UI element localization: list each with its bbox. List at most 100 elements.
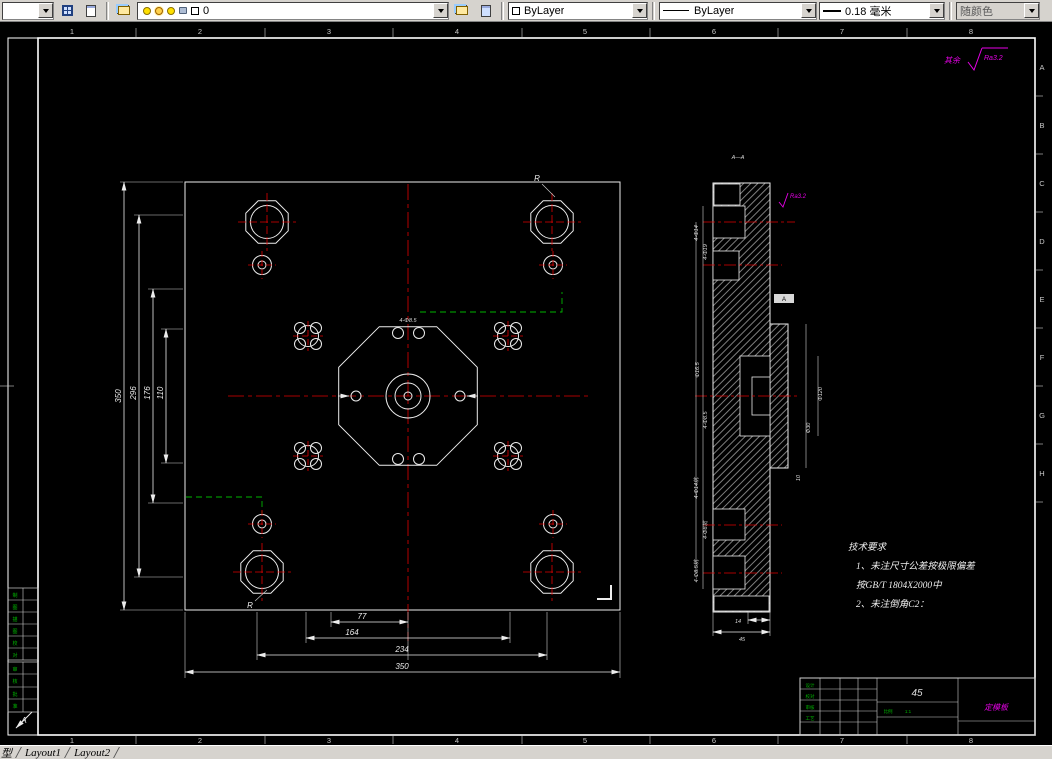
zone-label: 2 xyxy=(198,27,202,36)
layer-states-button[interactable] xyxy=(80,1,102,20)
dimension-text: 176 xyxy=(143,386,152,400)
layer-freeze-viewport-icon[interactable] xyxy=(167,6,175,15)
scale-label: 比例 xyxy=(884,708,893,715)
notes-line: 2、未注倒角C2： xyxy=(856,598,929,610)
margin-cell-text: 制 xyxy=(12,592,17,599)
margin-cell-text: 图 xyxy=(12,629,17,635)
layer-lock-icon[interactable] xyxy=(179,7,187,14)
part-name: 定模板 xyxy=(984,703,1009,712)
color-value: ByLayer xyxy=(524,4,565,17)
linetype-value: ByLayer xyxy=(694,4,735,17)
layer-manager-icon xyxy=(61,5,73,16)
title-block-cell: 校对 xyxy=(806,693,815,700)
section-label: A—A xyxy=(731,155,745,161)
zone-label: 6 xyxy=(712,27,716,36)
dimension-text: 4-Φ14坑 xyxy=(693,476,700,499)
layer-states-icon xyxy=(86,4,96,17)
zone-label: 6 xyxy=(712,736,716,745)
lineweight-glyph xyxy=(823,9,841,12)
tab-model-label: 型 xyxy=(1,747,12,759)
zone-label: 8 xyxy=(969,736,973,745)
make-layer-current-icon xyxy=(456,6,468,15)
layers-button[interactable] xyxy=(113,1,135,20)
lineweight-dropdown-arrow[interactable] xyxy=(929,3,944,18)
margin-cell-text: 图 xyxy=(12,605,17,611)
dimension-text: 4-Φ8坑 xyxy=(702,519,709,539)
toolbar: 0 ByLayer ByLayer 0.18 毫米 随颜色 xyxy=(0,0,1052,22)
dimension-text: 4-Φ8.5坑 xyxy=(693,558,700,582)
layer-on-bulb-icon[interactable] xyxy=(143,6,151,15)
dimension-text: Φ16.5 xyxy=(695,361,701,377)
plotstyle-dropdown-arrow[interactable] xyxy=(1024,3,1039,18)
make-object-layer-current-button[interactable] xyxy=(451,1,473,20)
margin-cell-text: 核 xyxy=(12,678,17,685)
margin-cell-text: 审 xyxy=(12,666,17,673)
margin-cell-text: 对 xyxy=(12,652,17,659)
layer-combo[interactable]: 0 xyxy=(137,1,449,20)
zone-label: G xyxy=(1039,411,1045,420)
tab-layout2-label: Layout2 xyxy=(74,746,111,759)
layout-tabbar: 型 Layout1 Layout2 xyxy=(0,745,1052,759)
lineweight-value: 0.18 毫米 xyxy=(845,5,892,18)
surface-note-value: Ra3.2 xyxy=(984,55,1003,62)
dimension-text: 45 xyxy=(739,637,746,643)
hole-band xyxy=(712,250,740,281)
margin-cell-text: 校 xyxy=(12,640,17,647)
dimension-text: Φ30 xyxy=(806,422,812,434)
margin-cell-text: 准 xyxy=(12,703,17,710)
dimension-text: 10 xyxy=(796,474,802,481)
surface-note-prefix: 其余 xyxy=(944,56,961,65)
title-block-cell: 设计 xyxy=(806,682,815,689)
title-block-cell: 工艺 xyxy=(806,716,815,721)
zone-label: 4 xyxy=(455,736,459,745)
notes-title: 技术要求 xyxy=(848,542,888,553)
layer-freeze-sun-icon[interactable] xyxy=(155,6,163,15)
dimension-text: 350 xyxy=(395,662,409,671)
dimension-text: 110 xyxy=(156,386,165,399)
toolbar-separator xyxy=(949,1,952,20)
dimension-text: Φ120 xyxy=(818,386,824,401)
drawing-canvas[interactable]: 1 2 3 4 5 6 7 8 1 2 3 4 5 6 7 8 A B C D … xyxy=(0,0,1052,759)
zone-label: B xyxy=(1039,121,1044,130)
named-view-combo[interactable] xyxy=(2,1,54,20)
notes-line: 按GB/T 1804X2000中 xyxy=(856,579,943,591)
layer-previous-button[interactable] xyxy=(475,1,497,20)
layer-name-value: 0 xyxy=(203,4,210,17)
model-space-background[interactable] xyxy=(0,22,1052,745)
linetype-dropdown-arrow[interactable] xyxy=(801,3,816,18)
zone-label: A xyxy=(1039,63,1044,72)
notes-line: 1、未注尺寸公差按极限偏差 xyxy=(856,560,976,572)
dimension-text: 164 xyxy=(345,628,359,637)
color-combo[interactable]: ByLayer xyxy=(508,1,648,20)
tab-layout2[interactable]: Layout2 xyxy=(68,747,116,759)
layer-dropdown-arrow[interactable] xyxy=(433,3,448,18)
layer-color-chip xyxy=(191,6,199,15)
dimension-text: 4-Φ19 xyxy=(703,244,709,260)
zone-label: 3 xyxy=(327,27,331,36)
linetype-combo[interactable]: ByLayer xyxy=(659,1,817,20)
zone-label: F xyxy=(1040,353,1045,362)
zone-label: 2 xyxy=(198,736,202,745)
scale-value: 1:1 xyxy=(905,709,912,714)
margin-cell-text: 批 xyxy=(12,691,17,698)
tab-layout1[interactable]: Layout1 xyxy=(19,747,67,759)
color-dropdown-arrow[interactable] xyxy=(632,3,647,18)
toolbar-separator xyxy=(652,1,655,20)
layer-manager-button[interactable] xyxy=(56,1,78,20)
dimension-text: 296 xyxy=(129,386,138,401)
plotstyle-combo[interactable]: 随颜色 xyxy=(956,1,1040,20)
radius-label: R xyxy=(534,174,540,183)
zone-label: 7 xyxy=(840,736,844,745)
margin-cell-text: 描 xyxy=(12,616,17,623)
hole-band xyxy=(712,555,746,590)
dimension-text: 350 xyxy=(114,389,123,403)
zone-label: 3 xyxy=(327,736,331,745)
zone-label: 1 xyxy=(70,736,74,745)
toolbar-separator xyxy=(106,1,109,20)
lineweight-combo[interactable]: 0.18 毫米 xyxy=(819,1,945,20)
zone-label: C xyxy=(1039,179,1045,188)
zone-label: 8 xyxy=(969,27,973,36)
zone-label: E xyxy=(1039,295,1044,304)
named-view-dropdown-arrow[interactable] xyxy=(38,3,53,18)
zone-label: 5 xyxy=(583,736,587,745)
